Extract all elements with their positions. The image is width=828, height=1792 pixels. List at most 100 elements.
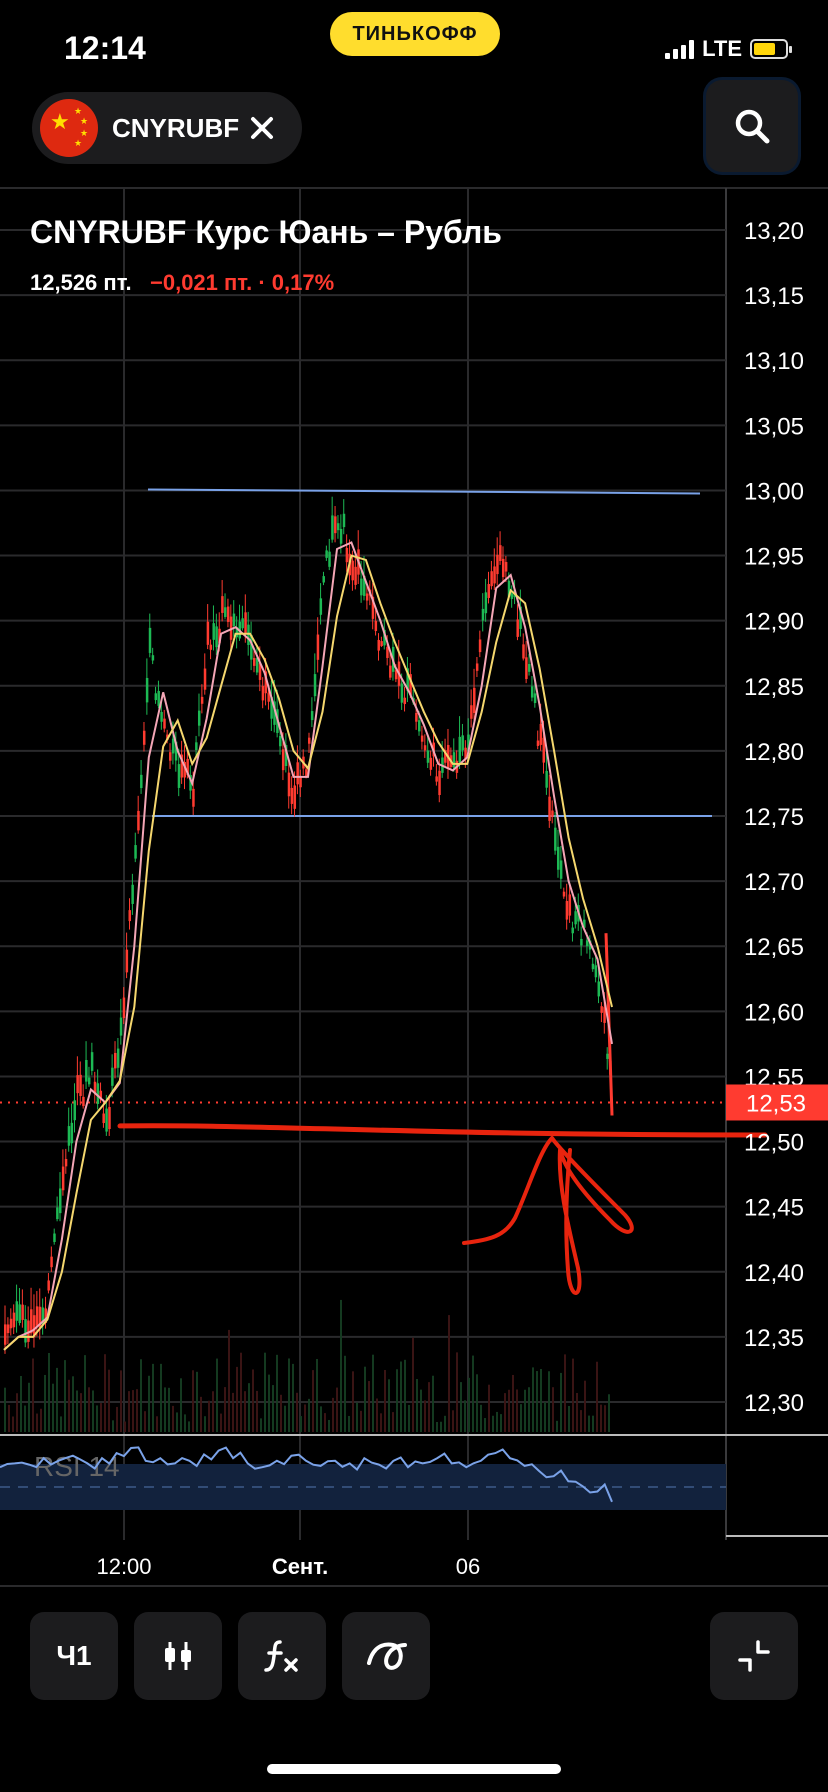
candle-body	[554, 827, 557, 851]
volume-bar	[120, 1370, 122, 1432]
candle-body	[458, 736, 462, 763]
candle-body	[195, 742, 198, 751]
price-tick: 12,90	[744, 609, 804, 636]
volume-bar	[112, 1420, 114, 1432]
candle-body	[380, 641, 383, 647]
candle-body	[200, 696, 204, 704]
candle-body	[247, 624, 250, 645]
candle-body	[203, 668, 207, 690]
volume-bar	[196, 1371, 198, 1432]
candle-body	[501, 558, 505, 578]
volume-bar	[444, 1415, 446, 1432]
candle-body	[499, 545, 502, 561]
volume-bar	[220, 1413, 222, 1432]
volume-bar	[416, 1379, 418, 1432]
price-summary: 12,526 пт. −0,021 пт. · 0,17%	[30, 270, 334, 296]
volume-bar	[132, 1390, 134, 1432]
candle-body	[221, 596, 224, 613]
volume-bar	[528, 1387, 530, 1432]
price-axis: 13,20 13,15 13,10 13,05 13,00 12,95 12,90 12,85…	[726, 218, 828, 1417]
volume-bar	[284, 1405, 286, 1432]
volume-bar	[44, 1374, 46, 1432]
volume-bar	[68, 1379, 70, 1432]
volume-bar	[72, 1376, 74, 1432]
candle-body	[241, 618, 244, 629]
time-tick: 12:00	[96, 1554, 151, 1579]
volume-bar	[336, 1387, 338, 1432]
volume-bar	[484, 1418, 486, 1432]
candle-body	[12, 1312, 16, 1328]
volume-bar	[292, 1363, 294, 1432]
price-tick: 13,10	[744, 348, 804, 375]
candle-body	[108, 1107, 111, 1130]
volume-bar	[28, 1382, 30, 1432]
volume-bar	[48, 1353, 50, 1432]
volume-bar	[312, 1370, 314, 1432]
volume-bar	[472, 1355, 474, 1432]
candle-body	[50, 1256, 53, 1268]
candle-body	[403, 697, 407, 705]
candle-body	[545, 770, 548, 788]
volume-bar	[64, 1360, 66, 1432]
price-tick: 12,70	[744, 869, 804, 896]
volume-bar	[500, 1414, 502, 1432]
candle-body	[313, 674, 317, 697]
volume-bar	[164, 1387, 166, 1432]
volume-bar	[92, 1390, 94, 1432]
volume-bar	[60, 1416, 62, 1432]
candle-body	[111, 1067, 114, 1086]
candle-body	[212, 623, 215, 640]
support-stroke	[117, 1123, 768, 1138]
volume-bar	[148, 1375, 150, 1432]
candle-body	[310, 711, 314, 721]
interval-button[interactable]: Ч1	[30, 1612, 118, 1700]
candle-body	[334, 516, 337, 534]
candle-body	[481, 608, 485, 621]
candle-body	[209, 644, 213, 650]
volume-bar	[8, 1404, 10, 1432]
price-change: −0,021 пт. · 0,17%	[150, 270, 335, 295]
volume-bar	[256, 1390, 258, 1432]
price-tick: 12,95	[744, 544, 804, 571]
chart-type-button[interactable]	[134, 1612, 222, 1700]
volume-bar	[448, 1315, 450, 1432]
volume-bar	[80, 1393, 82, 1432]
candle-body	[79, 1074, 82, 1096]
candle-body	[85, 1059, 88, 1082]
candle-body	[232, 613, 236, 627]
candle-body	[224, 607, 227, 617]
candle-body	[6, 1324, 10, 1334]
volume-bar	[440, 1421, 442, 1432]
price-tick: 13,00	[744, 478, 804, 505]
volume-bar	[136, 1389, 138, 1432]
candle-body	[76, 1075, 79, 1094]
volume-bar	[364, 1366, 366, 1432]
fullscreen-button[interactable]	[710, 1612, 798, 1700]
volume-bar	[392, 1412, 394, 1432]
candle-body	[585, 940, 589, 947]
candle-body	[452, 752, 456, 768]
candle-body	[493, 566, 496, 584]
candle-body	[73, 1100, 76, 1121]
candle-body	[551, 810, 554, 817]
candle-body	[215, 626, 218, 648]
candle-body	[336, 523, 340, 531]
volume-bar	[168, 1387, 170, 1432]
price-tick: 13,05	[744, 413, 804, 440]
candle-body	[533, 693, 537, 704]
volume-bar	[228, 1329, 230, 1432]
drawing-button[interactable]	[342, 1612, 430, 1700]
candle-body	[470, 705, 473, 719]
volume-bar	[20, 1375, 22, 1432]
volume-bar	[504, 1393, 506, 1432]
volume-bar	[328, 1419, 330, 1432]
candle-body	[15, 1301, 19, 1321]
indicators-button[interactable]	[238, 1612, 326, 1700]
candle-body	[536, 740, 540, 746]
price-tick: 12,35	[744, 1325, 804, 1352]
candle-body	[4, 1324, 7, 1345]
volume-bar	[52, 1383, 54, 1432]
volume-bar	[140, 1359, 142, 1432]
volume-bar	[432, 1375, 434, 1432]
candle-body	[56, 1207, 59, 1220]
